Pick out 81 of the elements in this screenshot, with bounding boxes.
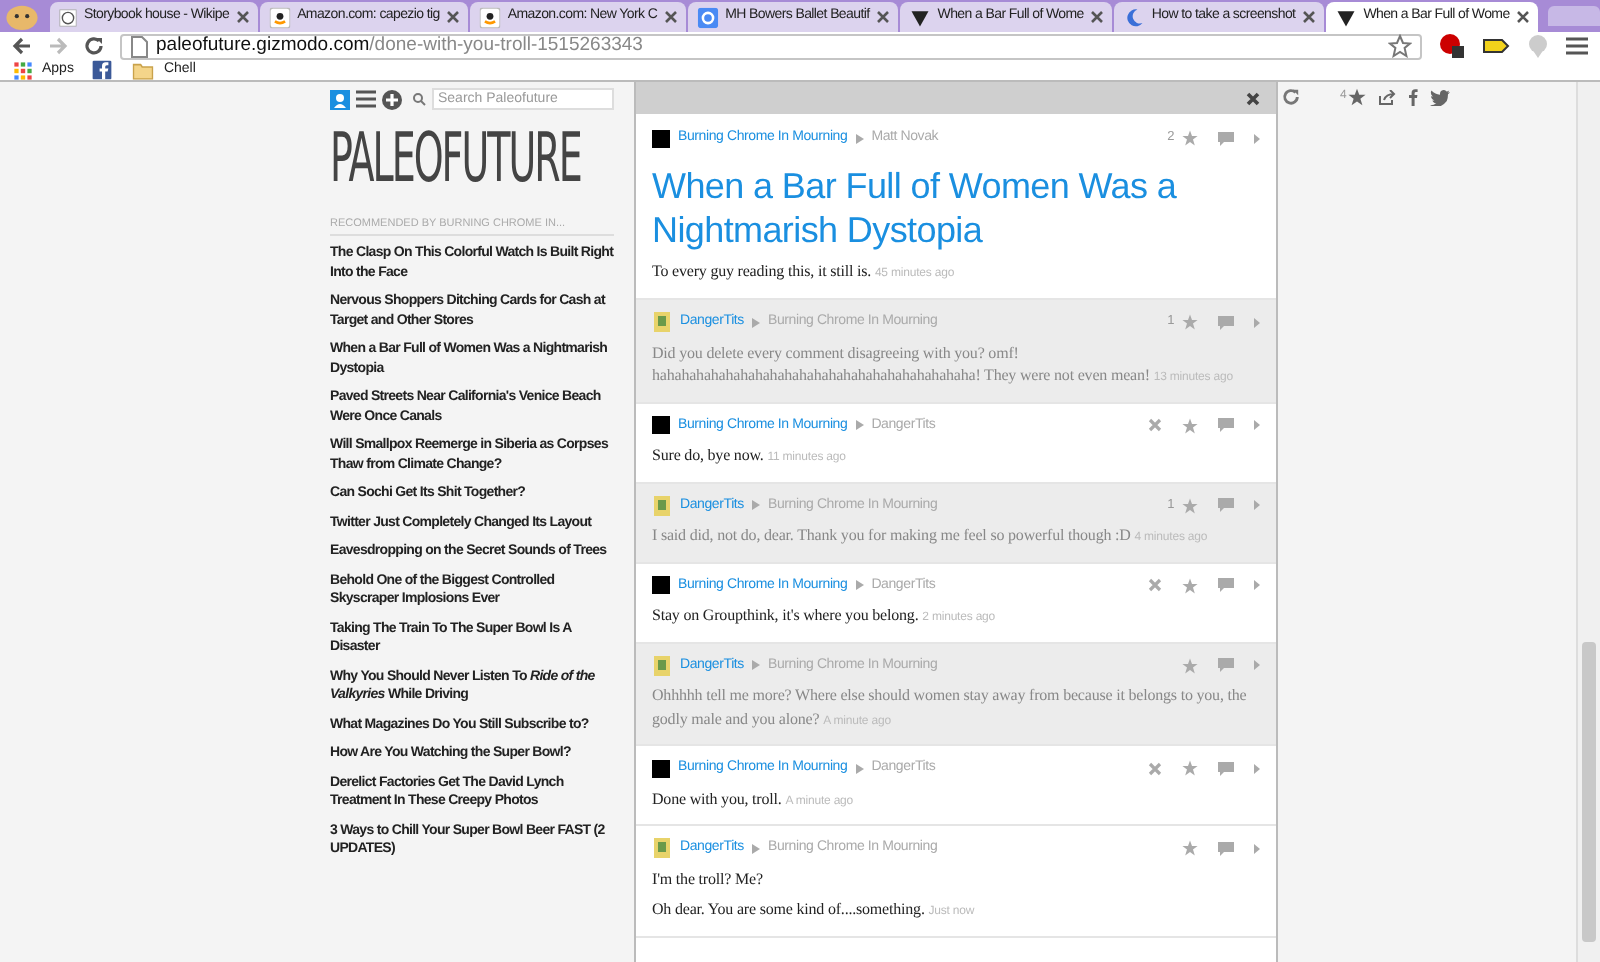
balloon-icon [1526,34,1550,58]
star-icon [1182,577,1198,594]
speech-bubble-icon [1218,131,1234,146]
reload-icon [1282,88,1300,106]
menu-icon [356,90,376,108]
caret-icon [855,580,864,591]
stop-sign-icon [1438,32,1466,60]
star-icon [1182,497,1198,514]
back-arrow-icon [12,36,32,56]
close-icon [235,10,250,24]
profile-avatar-icon [4,3,40,29]
apps-grid-icon [14,61,32,79]
facebook-icon [1408,88,1419,106]
new-tab-button[interactable] [1547,6,1600,26]
caret-icon [1254,763,1260,774]
speech-bubble-icon [1218,761,1234,776]
close-icon [1246,91,1260,105]
scrollbar-thumb[interactable] [1582,642,1596,942]
bird-icon [1430,89,1451,105]
triangle-favicon-icon [1335,6,1356,28]
speech-bubble-icon [1218,841,1234,856]
close-icon [1301,10,1316,24]
caret-icon [1254,420,1260,431]
bookmark[interactable] [89,58,114,82]
scrollbar[interactable] [1576,82,1600,962]
caret-icon [751,660,760,671]
menu-icon [1566,36,1588,56]
square-avatar [652,759,670,778]
speech-bubble-icon [1218,658,1234,673]
caret-icon [855,133,864,144]
close-icon [663,10,678,24]
star-icon [1182,760,1198,777]
circle-favicon-icon [697,6,718,28]
star-icon [1182,840,1198,857]
caret-icon [1254,500,1260,511]
triangle-favicon-icon [909,6,930,28]
share-arrow-icon [1378,89,1397,105]
star-outline-icon [1388,34,1412,58]
close-icon [445,10,460,24]
picture-avatar [652,838,672,859]
user-icon [330,89,350,109]
speech-bubble-icon [1218,315,1234,330]
plus-circle-icon [382,89,402,109]
caret-icon [1254,133,1260,144]
moon-favicon-icon [1123,6,1144,28]
smile-favicon-icon [268,6,290,28]
speech-bubble-icon [1218,418,1234,433]
globe-favicon-icon [59,8,77,26]
star-icon [1348,88,1367,106]
square-avatar [652,416,670,435]
url-text: paleofuture.gizmodo.com/done-with-you-troll-1515263343 [156,31,645,60]
speech-bubble-icon [1218,498,1234,513]
close-icon [875,10,890,24]
forward-arrow-icon [48,36,68,56]
close-icon [1515,10,1530,24]
star-icon [1182,417,1198,434]
smile-favicon-icon [479,6,500,28]
caret-icon [751,500,760,511]
picture-avatar [652,495,672,516]
close-icon [1089,10,1104,24]
speech-bubble-icon [1218,578,1234,593]
caret-icon [751,843,760,854]
picture-avatar [652,312,672,333]
star-icon [1182,657,1198,674]
caret-icon [855,763,864,774]
picture-avatar [652,655,672,676]
square-avatar [652,576,670,595]
caret-icon [1254,580,1260,591]
caret-icon [1254,317,1260,328]
star-icon [1182,314,1198,331]
star-icon [1182,130,1198,147]
site-logo[interactable]: PALEOFUTURE [330,120,581,200]
caret-icon [1254,843,1260,854]
square-avatar [652,129,670,148]
reload-icon [84,36,104,56]
caret-icon [855,420,864,431]
address-bar[interactable]: paleofuture.gizmodo.com/done-with-you-troll-1515263343 [120,33,1422,59]
comment-text: I'm the troll? Me? [652,867,765,890]
caret-icon [1254,660,1260,671]
search-icon [412,92,426,106]
caret-icon [751,317,760,328]
